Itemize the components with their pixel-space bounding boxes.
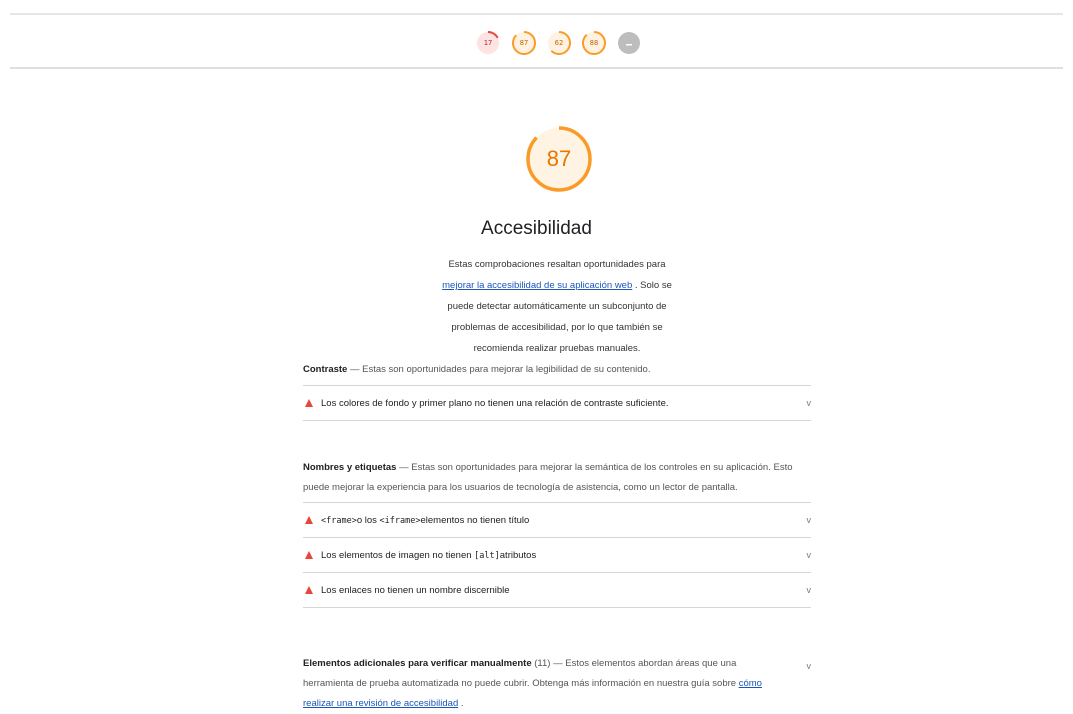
category-score-gauge: 87 [524,124,594,194]
audit-frame-title[interactable]: <frame>o los <iframe>elementos no tienen… [303,502,811,538]
group-title: Nombres y etiquetas [303,462,397,473]
fail-icon [305,551,313,559]
code-iframe: <iframe> [379,515,421,526]
gauge-score [616,30,642,56]
chevron-down-icon[interactable]: v [807,550,812,560]
category-title: Accesibilidad [481,218,592,239]
label-part: atributos [499,549,537,561]
group-title: Contraste [303,364,348,375]
chevron-down-icon[interactable]: v [807,398,812,408]
description-text: Estas comprobaciones resaltan oportunida… [448,259,666,270]
group-contrast-header: Contraste — Estas son oportunidades para… [303,360,811,380]
code-alt: [alt] [474,550,500,561]
audit-label: Los enlaces no tienen un nombre discerni… [321,584,510,596]
label-part: elementos no tienen título [420,514,530,526]
group-names-header: Nombres y etiquetas — Estas son oportuni… [303,458,811,498]
gauge-seo[interactable]: 88 [581,30,607,56]
group-title: Elementos adicionales para verificar man… [303,658,532,669]
audit-image-alt[interactable]: Los elementos de imagen no tienen [alt]a… [303,538,811,573]
group-manual-header: Elementos adicionales para verificar man… [303,654,811,714]
top-divider [10,13,1063,15]
score-nav: 17 87 62 88 [0,30,1073,69]
audit-link-name[interactable]: Los enlaces no tienen un nombre discerni… [303,573,811,608]
group-count: (11) [531,658,551,669]
group-contrast: Contraste — Estas son oportunidades para… [303,360,811,421]
fail-icon [305,586,313,594]
group-manual[interactable]: Elementos adicionales para verificar man… [303,654,811,714]
chevron-down-icon[interactable]: v [807,585,812,595]
audit-label: Los elementos de imagen no tienen [alt]a… [321,550,536,561]
gauge-score: 87 [519,39,529,47]
label-part: Los elementos de imagen no tienen [321,549,475,561]
category-description: Estas comprobaciones resaltan oportunida… [432,254,682,359]
gauge-accessibility[interactable]: 87 [511,30,537,56]
audit-color-contrast[interactable]: Los colores de fondo y primer plano no t… [303,385,811,421]
gauge-best-practices[interactable]: 62 [546,30,572,56]
fail-icon [305,516,313,524]
chevron-down-icon[interactable]: v [807,515,812,525]
nav-divider [10,67,1063,69]
gauge-performance[interactable]: 17 [475,30,501,56]
label-part: o los [356,514,380,526]
group-description: — Estas son oportunidades para mejorar l… [347,364,651,375]
gauge-score: 62 [554,39,564,47]
fail-icon [305,399,313,407]
description-text-end: . Solo se puede detectar automáticamente… [447,280,672,354]
gauge-pwa[interactable] [616,30,642,56]
group-names-labels: Nombres y etiquetas — Estas son oportuni… [303,458,811,608]
accessibility-link[interactable]: mejorar la accesibilidad de su aplicació… [442,280,632,291]
gauge-score: 88 [589,39,599,47]
audit-label: <frame>o los <iframe>elementos no tienen… [321,515,529,526]
category-score: 87 [546,146,572,171]
group-description-end: . [458,698,464,709]
code-frame: <frame> [321,515,357,526]
chevron-down-icon[interactable]: v [807,656,812,676]
gauge-score: 17 [483,39,493,47]
audit-label: Los colores de fondo y primer plano no t… [321,397,669,409]
